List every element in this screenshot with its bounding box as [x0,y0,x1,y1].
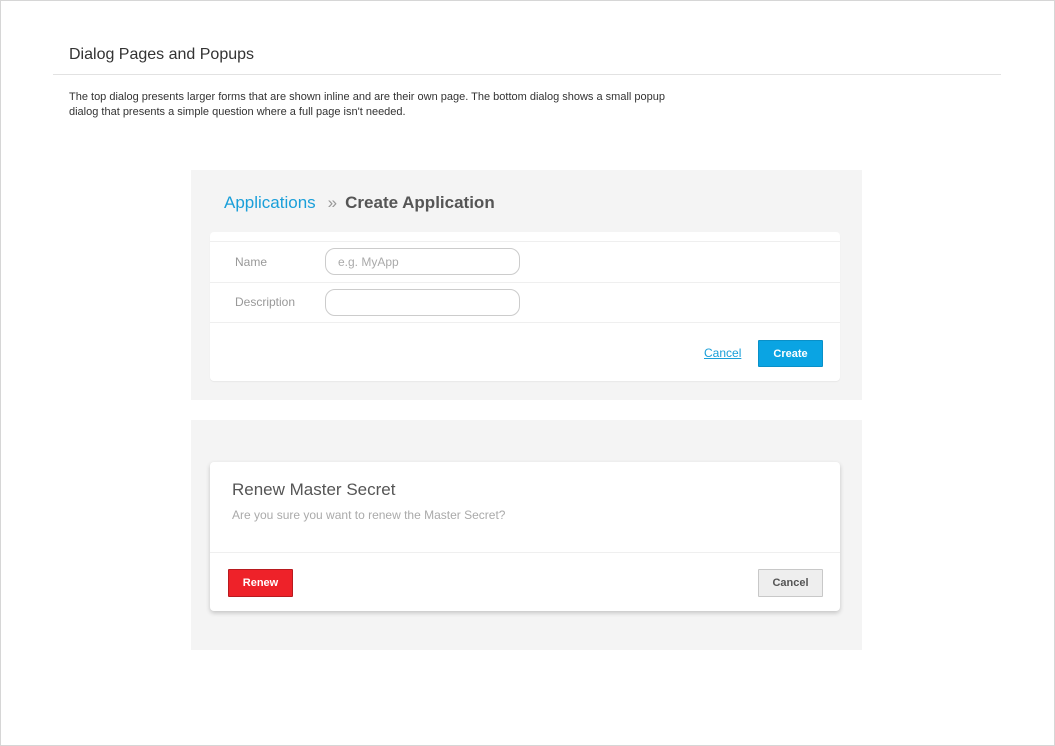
form-footer-divider [210,322,840,323]
cancel-link[interactable]: Cancel [704,346,741,360]
name-label: Name [235,255,268,269]
breadcrumb-separator: » [327,193,338,212]
renew-button[interactable]: Renew [228,569,293,597]
breadcrumb-applications-link[interactable]: Applications [224,193,316,212]
form-card: Name Description Cancel Create [210,232,840,381]
description-input[interactable] [325,289,520,316]
popup-cancel-button[interactable]: Cancel [758,569,823,597]
create-button[interactable]: Create [758,340,823,367]
breadcrumb-current: Create Application [345,193,495,212]
popup-footer-divider [210,552,840,553]
form-row-name: Name [210,241,840,282]
breadcrumb: Applications » Create Application [224,193,495,213]
form-dialog-panel: Applications » Create Application Name Des… [191,170,862,400]
popup-message: Are you sure you want to renew the Maste… [232,508,506,522]
page-title: Dialog Pages and Popups [69,46,255,63]
description-label: Description [235,295,296,309]
name-input[interactable] [325,248,520,275]
popup-title: Renew Master Secret [232,480,396,499]
form-row-description: Description [210,282,840,322]
popup-card: Renew Master Secret Are you sure you wan… [210,462,840,611]
popup-dialog-panel: Renew Master Secret Are you sure you wan… [191,420,862,650]
page-description: The top dialog presents larger forms tha… [69,91,665,118]
title-divider [53,74,1001,75]
